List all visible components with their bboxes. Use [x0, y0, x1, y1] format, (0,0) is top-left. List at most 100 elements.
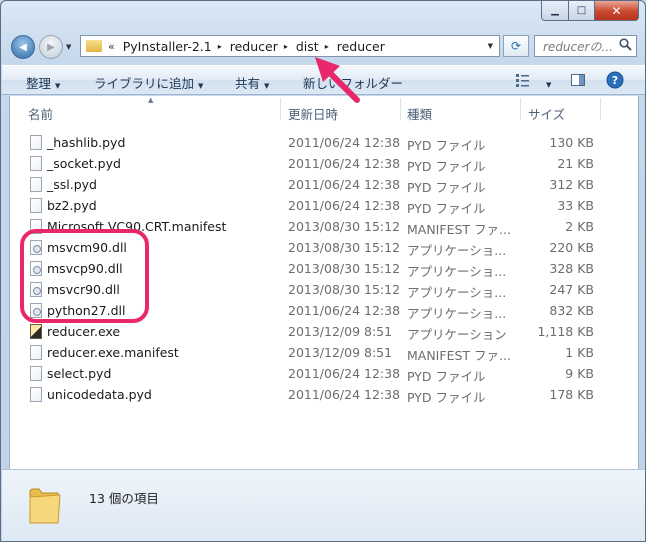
file-name: _hashlib.pyd: [47, 135, 126, 150]
back-button[interactable]: ◀: [11, 35, 35, 59]
file-name: _socket.pyd: [47, 156, 121, 171]
file-size: 1,118 KB: [537, 324, 594, 339]
breadcrumb-separator-icon[interactable]: ▸: [284, 42, 288, 51]
search-icon[interactable]: [617, 38, 633, 54]
breadcrumb-overflow-icon[interactable]: «: [108, 40, 115, 53]
file-size: 832 KB: [549, 303, 594, 318]
file-row[interactable]: reducer.exe 2013/12/09 8:51 アプリケーション 1,118 …: [10, 321, 638, 342]
address-dropdown-icon[interactable]: ▼: [488, 42, 493, 50]
forward-button[interactable]: ▶: [39, 35, 63, 59]
add-to-library-menu[interactable]: ライブラリに追加 ▼: [94, 73, 203, 92]
file-row[interactable]: reducer.exe.manifest 2013/12/09 8:51 MANIF…: [10, 342, 638, 363]
column-divider[interactable]: [400, 98, 401, 120]
file-row[interactable]: unicodedata.pyd 2011/06/24 12:38 PYD ファイル 1…: [10, 384, 638, 405]
file-size: 178 KB: [549, 387, 594, 402]
new-folder-label: 新しいフォルダー: [303, 76, 404, 91]
add-to-library-label: ライブラリに追加: [94, 76, 195, 91]
breadcrumb-separator-icon[interactable]: ▸: [325, 42, 329, 51]
breadcrumb-reducer[interactable]: reducer: [230, 39, 278, 54]
file-name: select.pyd: [47, 366, 112, 381]
close-button[interactable]: ✕: [595, 1, 639, 21]
file-date: 2011/06/24 12:38: [288, 387, 401, 402]
new-folder-button[interactable]: 新しいフォルダー: [303, 73, 403, 92]
file-type: アプリケーショ...: [407, 306, 507, 321]
sort-ascending-icon: ▲: [148, 96, 154, 104]
breadcrumb-pyinstaller[interactable]: PyInstaller-2.1: [123, 39, 212, 54]
file-date: 2011/06/24 12:38: [288, 177, 401, 192]
file-size: 2 KB: [565, 219, 594, 234]
share-menu[interactable]: 共有 ▼: [235, 73, 269, 92]
column-headers: ▲ 名前 更新日時 種類 サイズ: [10, 96, 638, 123]
view-dropdown-icon[interactable]: ▼: [542, 75, 551, 90]
file-type: PYD ファイル: [407, 180, 486, 195]
refresh-button[interactable]: ⟳: [503, 35, 529, 57]
column-header-size[interactable]: サイズ: [528, 104, 565, 123]
file-date: 2013/08/30 15:12: [288, 219, 401, 234]
file-type: アプリケーショ...: [407, 264, 507, 279]
dropdown-arrow-icon: ▼: [198, 82, 204, 90]
file-date: 2011/06/24 12:38: [288, 156, 401, 171]
file-date: 2011/06/24 12:38: [288, 366, 401, 381]
dropdown-arrow-icon: ▼: [264, 82, 270, 90]
column-header-date[interactable]: 更新日時: [288, 104, 338, 123]
view-options-icon[interactable]: [515, 72, 531, 88]
file-size: 33 KB: [557, 198, 594, 213]
breadcrumb-dist[interactable]: dist: [296, 39, 319, 54]
search-input[interactable]: reducerの...: [535, 38, 617, 55]
search-box[interactable]: reducerの...: [534, 35, 637, 57]
file-size: 21 KB: [557, 156, 594, 171]
share-label: 共有: [235, 76, 261, 91]
file-type: PYD ファイル: [407, 369, 486, 384]
file-row[interactable]: bz2.pyd 2011/06/24 12:38 PYD ファイル 33 KB: [10, 195, 638, 216]
preview-pane-icon[interactable]: [570, 72, 586, 88]
exe-icon: [30, 324, 42, 339]
help-icon[interactable]: ?: [606, 71, 624, 89]
file-name: _ssl.pyd: [47, 177, 97, 192]
file-size: 220 KB: [549, 240, 594, 255]
file-type: PYD ファイル: [407, 159, 486, 174]
file-size: 328 KB: [549, 261, 594, 276]
file-icon: [30, 366, 42, 381]
file-size: 247 KB: [549, 282, 594, 297]
file-icon: [30, 156, 42, 171]
file-type: MANIFEST ファ...: [407, 222, 511, 237]
column-header-name[interactable]: 名前: [28, 104, 53, 123]
file-type: アプリケーション: [407, 327, 507, 342]
breadcrumb-reducer-current[interactable]: reducer: [337, 39, 385, 54]
file-icon: [30, 345, 42, 360]
annotation-highlight-box: [20, 229, 149, 323]
organize-menu[interactable]: 整理 ▼: [26, 73, 60, 92]
file-type: PYD ファイル: [407, 201, 486, 216]
back-arrow-icon: ◀: [19, 41, 27, 53]
explorer-window: ▁ □ ✕ ◀ ▶ ▼ « PyInstaller-2.1 ▸ reducer …: [0, 0, 646, 542]
breadcrumb-separator-icon[interactable]: ▸: [218, 42, 222, 51]
column-divider[interactable]: [520, 98, 521, 120]
window-caption-buttons: ▁ □ ✕: [541, 1, 639, 21]
minimize-button[interactable]: ▁: [541, 1, 569, 21]
dropdown-arrow-icon: ▼: [55, 82, 61, 90]
address-bar[interactable]: « PyInstaller-2.1 ▸ reducer ▸ dist ▸ red…: [80, 35, 500, 57]
file-row[interactable]: _socket.pyd 2011/06/24 12:38 PYD ファイル 21 KB: [10, 153, 638, 174]
file-icon: [30, 135, 42, 150]
file-size: 1 KB: [565, 345, 594, 360]
file-list-pane: ▲ 名前 更新日時 種類 サイズ _hashlib.pyd 2011/06/24 …: [9, 96, 639, 469]
recent-pages-dropdown-icon[interactable]: ▼: [66, 43, 71, 51]
file-type: アプリケーショ...: [407, 285, 507, 300]
file-size: 9 KB: [565, 366, 594, 381]
file-size: 130 KB: [549, 135, 594, 150]
column-header-type[interactable]: 種類: [407, 104, 432, 123]
details-pane: 13 個の項目: [2, 469, 645, 541]
file-type: PYD ファイル: [407, 138, 486, 153]
file-type: アプリケーショ...: [407, 243, 507, 258]
file-date: 2011/06/24 12:38: [288, 198, 401, 213]
maximize-button[interactable]: □: [569, 1, 595, 21]
file-row[interactable]: select.pyd 2011/06/24 12:38 PYD ファイル 9 KB: [10, 363, 638, 384]
file-date: 2013/08/30 15:12: [288, 261, 401, 276]
file-name: unicodedata.pyd: [47, 387, 152, 402]
column-divider[interactable]: [280, 98, 281, 120]
file-row[interactable]: _hashlib.pyd 2011/06/24 12:38 PYD ファイル 130 …: [10, 132, 638, 153]
file-row[interactable]: _ssl.pyd 2011/06/24 12:38 PYD ファイル 312 KB: [10, 174, 638, 195]
file-type: PYD ファイル: [407, 390, 486, 405]
file-date: 2011/06/24 12:38: [288, 135, 401, 150]
column-divider[interactable]: [600, 98, 601, 120]
